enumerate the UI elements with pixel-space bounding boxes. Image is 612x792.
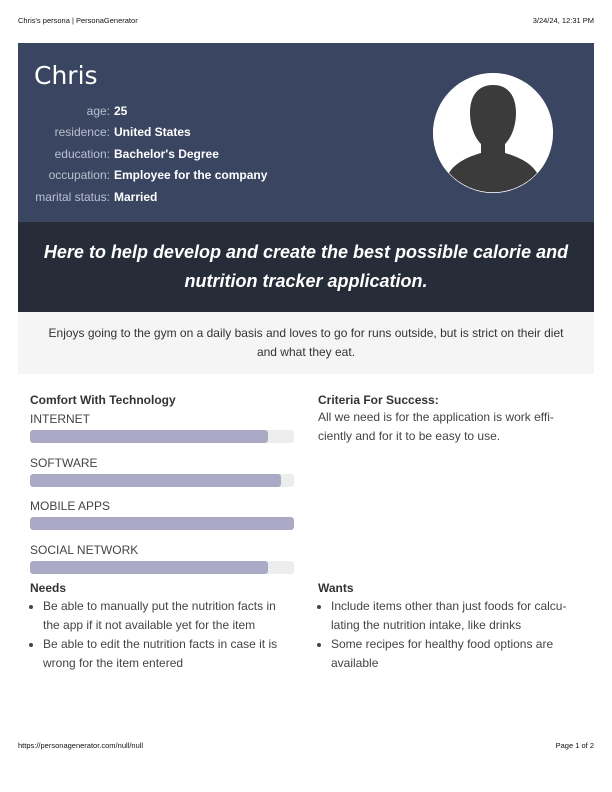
needs-section: Needs Be able to manually put the nutrit… [30,581,295,673]
attribute-value: Bachelor's Degree [114,146,219,161]
user-silhouette-icon [433,73,553,193]
attribute-label: residence: [54,125,110,140]
list-item: Some recipes for healthy food options ar… [331,635,578,673]
tech-label: MOBILE APPS [30,499,111,513]
list-item: Be able to edit the nutrition facts in c… [43,635,295,673]
attribute-value: United States [114,125,191,140]
list-item: Be able to manually put the nutrition fa… [43,597,295,635]
attribute-occupation: occupation: Employee for the company [18,165,268,187]
attribute-marital-status: marital status: Married [18,186,267,208]
progress-fill [30,560,268,574]
criteria-for-success: Criteria For Success: All we need is for… [318,393,578,446]
print-header-datetime: 3/24/24, 12:31 PM [532,16,594,25]
tech-item-software: SOFTWARE [30,456,295,495]
attribute-label: age: [86,103,110,118]
attribute-label: marital status: [35,189,110,204]
attribute-education: education: Bachelor's Degree [18,143,267,165]
avatar [433,73,553,193]
tech-label: SOCIAL NETWORK [30,542,139,557]
persona-header: Chris age: 25 residence: United States e… [18,43,594,222]
attribute-age: age: 25 [18,100,267,122]
section-title: Needs [30,581,67,595]
print-header: Chris's persona | PersonaGenerator 3/24/… [18,16,594,25]
progress-bar [30,473,294,487]
attribute-value: Employee for the company [114,168,268,183]
tech-label: INTERNET [30,412,90,426]
attribute-value: Married [114,189,158,204]
section-title: Criteria For Success: [318,393,439,407]
print-footer-url: https://personagenerator.com/null/null [18,741,144,750]
progress-bar [30,560,294,574]
section-title: Comfort With Technology [30,393,176,407]
progress-bar [30,517,294,530]
progress-fill [30,473,281,487]
tech-item-social-network: SOCIAL NETWORK [30,543,295,582]
attribute-residence: residence: United States [18,122,267,144]
progress-fill [30,430,268,443]
print-footer: https://personagenerator.com/null/null P… [18,741,594,750]
progress-fill [30,517,294,530]
progress-bar [30,430,294,443]
wants-section: Wants Include items other than just food… [318,581,578,673]
wants-list: Include items other than just foods for … [318,597,578,673]
section-title: Wants [318,581,354,595]
attribute-value: 25 [114,103,128,118]
criteria-text: All we need is for the application is wo… [318,410,554,443]
list-item: Include items other than just foods for … [331,597,578,635]
print-header-title: Chris's persona | PersonaGenerator [18,16,138,25]
tech-label: SOFTWARE [30,455,98,470]
comfort-with-technology: Comfort With Technology INTERNET SOFTWAR… [30,393,295,581]
needs-list: Be able to manually put the nutrition fa… [30,597,295,673]
print-footer-page: Page 1 of 2 [555,741,594,750]
attribute-label: education: [54,146,110,161]
attribute-label: occupation: [48,168,110,183]
persona-attributes: age: 25 residence: United States educati… [18,100,267,208]
persona-description: Enjoys going to the gym on a daily basis… [18,312,594,374]
persona-quote: Here to help develop and create the best… [18,222,594,312]
tech-item-mobile-apps: MOBILE APPS [30,499,295,538]
persona-name: Chris [34,61,98,90]
tech-item-internet: INTERNET [30,412,295,451]
